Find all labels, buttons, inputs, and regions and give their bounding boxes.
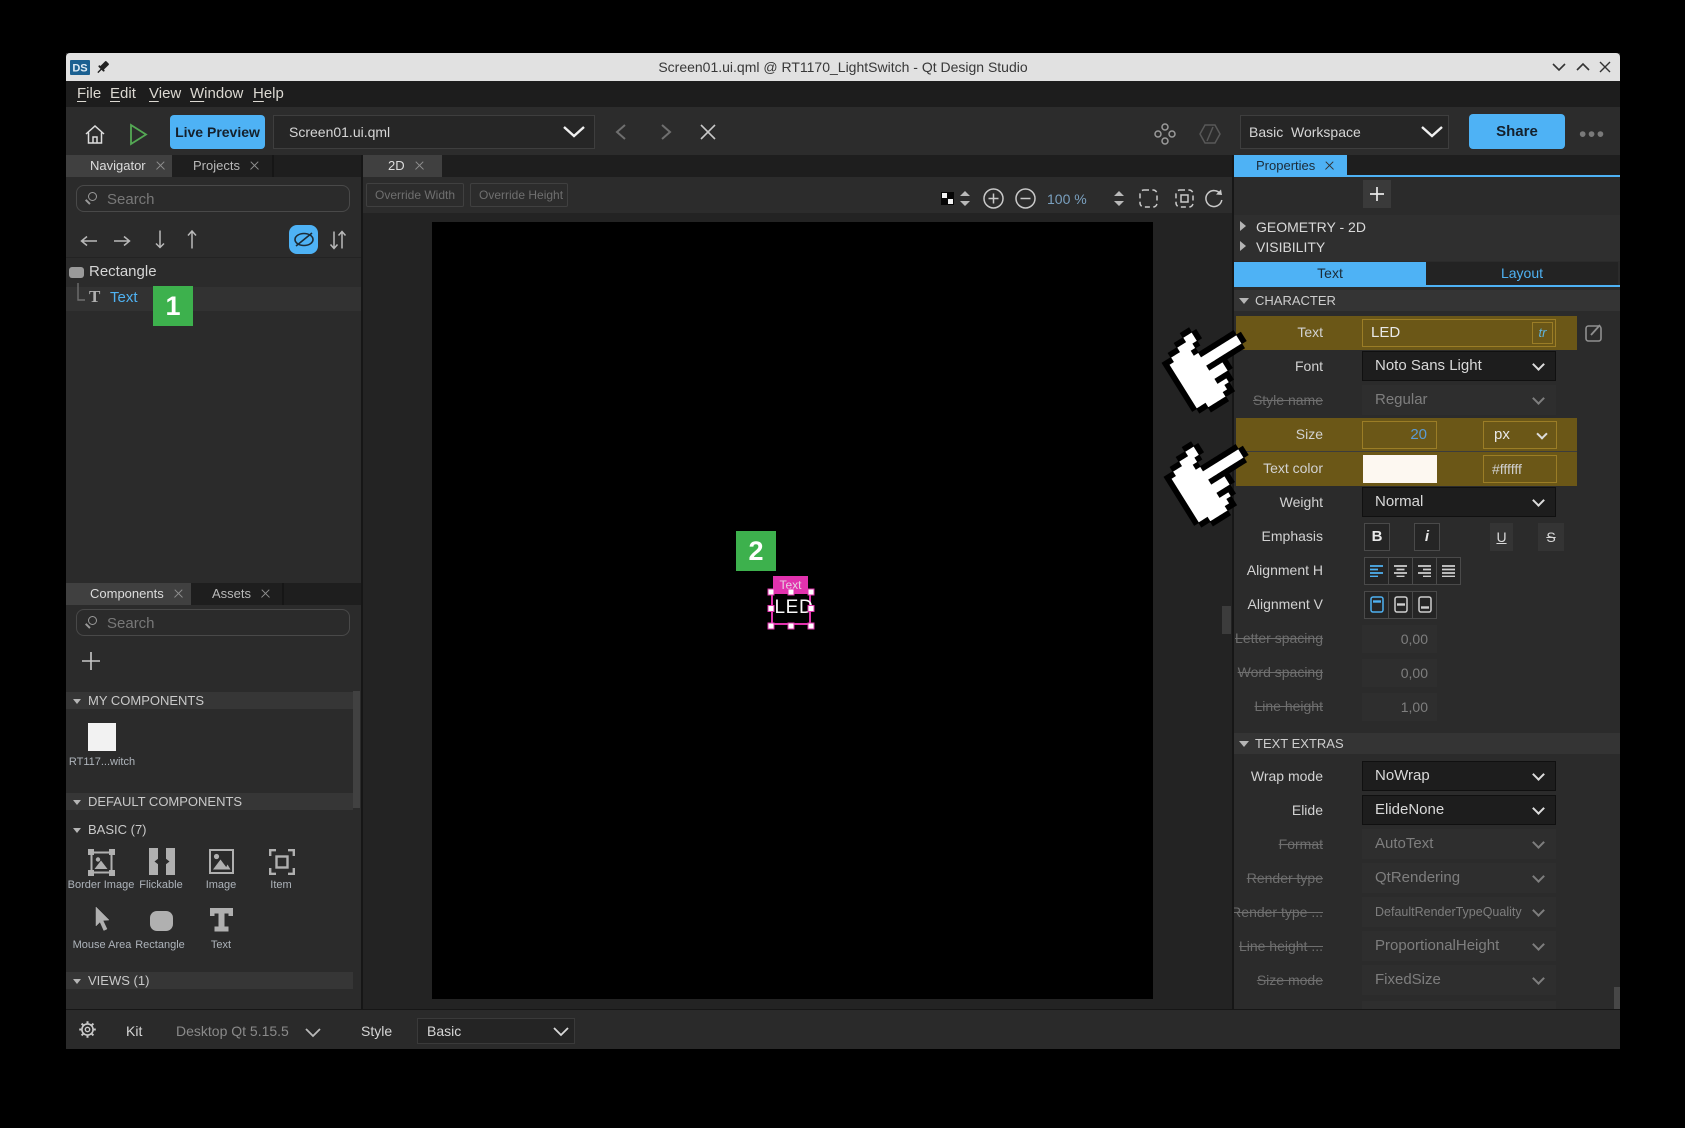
svg-text:DS: DS (72, 63, 87, 75)
